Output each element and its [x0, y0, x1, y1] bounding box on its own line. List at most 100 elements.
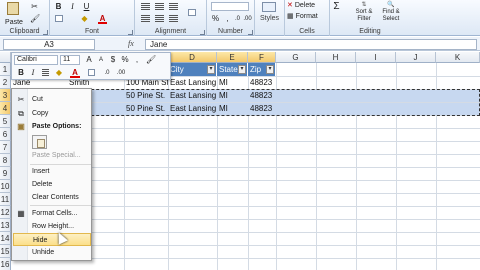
mini-font-color-button[interactable]: A	[70, 68, 80, 78]
menu-item-delete[interactable]: Delete	[13, 178, 91, 191]
mini-align-center-icon[interactable]	[40, 68, 50, 78]
cell-d2[interactable]: East Lansing	[168, 76, 217, 89]
row-header-13[interactable]: 13	[0, 219, 11, 232]
menu-item-cut[interactable]: ✂ Cut	[13, 93, 91, 106]
row-header-11[interactable]: 11	[0, 193, 11, 206]
cell-e3[interactable]: MI	[217, 89, 248, 102]
align-right-icon[interactable]	[169, 14, 178, 24]
mini-increase-decimal-icon[interactable]: .0	[102, 68, 112, 78]
cell-f4[interactable]: 48823	[248, 102, 276, 115]
clipboard-launcher-icon[interactable]	[43, 30, 48, 35]
cell-d3[interactable]: East Lansing	[168, 89, 217, 102]
mini-borders-icon[interactable]	[86, 68, 96, 78]
cell-e2[interactable]: MI	[217, 76, 248, 89]
cell-c3[interactable]: 50 Pine St.	[124, 89, 168, 102]
row-header-3[interactable]: 3	[0, 89, 11, 102]
align-top-icon[interactable]	[141, 2, 150, 12]
mini-bold-button[interactable]: B	[16, 68, 26, 78]
comma-button[interactable]: ,	[223, 14, 232, 24]
mini-grow-font-icon[interactable]: A	[84, 55, 94, 65]
number-launcher-icon[interactable]	[248, 30, 253, 35]
bold-button[interactable]: B	[54, 2, 63, 12]
formula-input[interactable]: Jane	[145, 39, 477, 50]
cut-icon[interactable]: ✂	[30, 2, 39, 12]
autosum-button[interactable]: Σ	[332, 2, 341, 12]
paste-option-button[interactable]	[32, 135, 47, 149]
paste-button[interactable]	[4, 2, 22, 18]
format-painter-icon[interactable]: 🖌	[30, 14, 40, 24]
row-header-16[interactable]: 16	[0, 258, 11, 270]
row-header-5[interactable]: 5	[0, 115, 11, 128]
cell-f3[interactable]: 48823	[248, 89, 276, 102]
underline-button[interactable]: U	[82, 2, 91, 12]
merge-center-icon[interactable]	[187, 8, 196, 18]
filter-dropdown-icon[interactable]: ▾	[266, 65, 274, 74]
borders-icon[interactable]	[54, 14, 63, 24]
delete-cells-button[interactable]: ✕ Delete	[287, 1, 327, 11]
mini-font-size-dropdown[interactable]: 11	[60, 55, 80, 65]
col-header-g[interactable]: G	[276, 52, 316, 63]
col-header-f[interactable]: F	[248, 52, 276, 63]
col-header-h[interactable]: H	[316, 52, 356, 63]
menu-item-copy[interactable]: ⧉ Copy	[13, 107, 91, 120]
row-header-8[interactable]: 8	[0, 154, 11, 167]
row-header-7[interactable]: 7	[0, 141, 11, 154]
mini-font-name-dropdown[interactable]: Calibri	[14, 55, 58, 65]
align-center-icon[interactable]	[155, 14, 164, 24]
styles-icon[interactable]	[260, 2, 278, 14]
menu-item-insert[interactable]: Insert	[13, 165, 91, 178]
percent-button[interactable]: %	[211, 14, 220, 24]
format-cells-button[interactable]: ▦ Format	[287, 12, 327, 22]
align-middle-icon[interactable]	[155, 2, 164, 12]
row-header-12[interactable]: 12	[0, 206, 11, 219]
menu-item-paste-special[interactable]: Paste Special...	[13, 149, 91, 162]
row-header-4[interactable]: 4	[0, 102, 11, 115]
menu-item-format-cells[interactable]: ▦ Format Cells...	[13, 207, 91, 220]
row-header-10[interactable]: 10	[0, 180, 11, 193]
col-header-i[interactable]: I	[356, 52, 396, 63]
row-header-9[interactable]: 9	[0, 167, 11, 180]
row-header-2[interactable]: 2	[0, 76, 11, 89]
align-bottom-icon[interactable]	[169, 2, 178, 12]
menu-item-hide[interactable]: Hide	[13, 233, 91, 246]
fx-icon[interactable]: fx	[128, 39, 134, 48]
mini-comma-button[interactable]: ,	[132, 55, 142, 65]
sort-filter-button[interactable]: ⇅ Sort & Filter	[352, 2, 376, 24]
col-header-e[interactable]: E	[217, 52, 248, 63]
number-format-dropdown[interactable]	[211, 2, 249, 11]
menu-item-row-height[interactable]: Row Height...	[13, 220, 91, 233]
mini-shrink-font-icon[interactable]: A	[96, 55, 106, 65]
mini-decrease-decimal-icon[interactable]: .00	[116, 68, 126, 78]
select-all-corner[interactable]	[0, 52, 11, 63]
col-header-k[interactable]: K	[436, 52, 480, 63]
font-launcher-icon[interactable]	[128, 30, 133, 35]
decrease-decimal-button[interactable]: .00	[243, 14, 252, 24]
mini-percent-button[interactable]: %	[120, 55, 130, 65]
row-header-6[interactable]: 6	[0, 128, 11, 141]
font-color-button[interactable]: A	[98, 14, 107, 24]
filter-dropdown-icon[interactable]: ▾	[207, 65, 215, 74]
cell-c4[interactable]: 50 Pine St.	[124, 102, 168, 115]
find-select-button[interactable]: 🔍 Find & Select	[378, 2, 404, 24]
row-header-1[interactable]: 1	[0, 63, 11, 76]
mini-fill-color-icon[interactable]: ◆	[54, 68, 64, 78]
mini-currency-button[interactable]: $	[108, 55, 118, 65]
cell-e4[interactable]: MI	[217, 102, 248, 115]
align-left-icon[interactable]	[141, 14, 150, 24]
menu-item-unhide[interactable]: Unhide	[13, 246, 91, 259]
fill-color-icon[interactable]: ◆	[80, 14, 89, 24]
row-header-15[interactable]: 15	[0, 245, 11, 258]
cell-d4[interactable]: East Lansing	[168, 102, 217, 115]
cell-f2[interactable]: 48823	[248, 76, 276, 89]
row-header-14[interactable]: 14	[0, 232, 11, 245]
mini-italic-button[interactable]: I	[28, 68, 38, 78]
styles-group[interactable]: Styles	[255, 0, 285, 36]
col-header-d[interactable]: D	[168, 52, 217, 63]
menu-item-clear-contents[interactable]: Clear Contents	[13, 191, 91, 204]
filter-dropdown-icon[interactable]: ▾	[238, 65, 246, 74]
mini-format-painter-icon[interactable]: 🖌	[146, 55, 156, 65]
col-header-j[interactable]: J	[396, 52, 436, 63]
italic-button[interactable]: I	[68, 2, 77, 12]
alignment-launcher-icon[interactable]	[200, 30, 205, 35]
name-box[interactable]: A3	[3, 39, 95, 50]
